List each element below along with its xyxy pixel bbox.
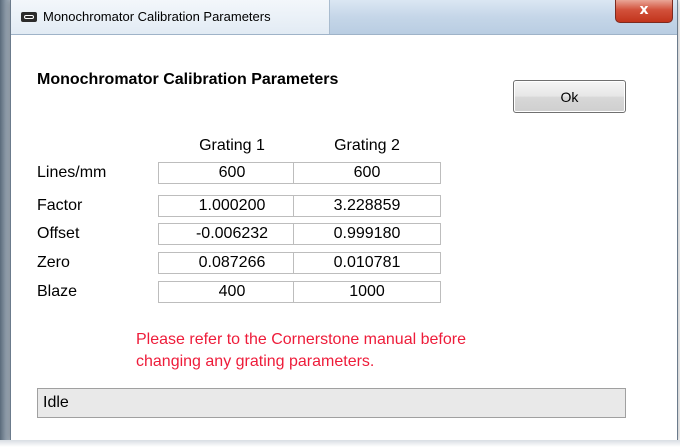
warning-message: Please refer to the Cornerstone manual b…: [136, 329, 466, 373]
row-label-lines-per-mm: Lines/mm: [37, 164, 107, 181]
grating-2-zero-field[interactable]: 0.010781: [293, 252, 441, 274]
title-bar[interactable]: Monochromator Calibration Parameters x: [11, 0, 677, 35]
grating-2-factor-field[interactable]: 3.228859: [293, 195, 441, 217]
title-tab: Monochromator Calibration Parameters: [11, 0, 330, 34]
grating-1-zero-field[interactable]: 0.087266: [158, 252, 306, 274]
grating-1-factor-field[interactable]: 1.000200: [158, 195, 306, 217]
calibration-dialog-window: Monochromator Calibration Parameters x M…: [10, 0, 678, 441]
close-icon: x: [639, 2, 649, 18]
grating-2-offset-field[interactable]: 0.999180: [293, 223, 441, 245]
calibration-app-icon: [21, 12, 37, 22]
row-label-offset: Offset: [37, 225, 80, 242]
column-header-grating-2: Grating 2: [334, 137, 400, 154]
grating-1-lines-per-mm-field[interactable]: 600: [158, 162, 306, 184]
warning-line-1: Please refer to the Cornerstone manual b…: [136, 331, 466, 348]
grating-1-blaze-field[interactable]: 400: [158, 281, 306, 303]
grating-2-blaze-field[interactable]: 1000: [293, 281, 441, 303]
window-title: Monochromator Calibration Parameters: [43, 9, 271, 24]
row-label-zero: Zero: [37, 254, 70, 271]
column-header-grating-1: Grating 1: [199, 137, 265, 154]
window-bottom-shadow: [0, 440, 680, 447]
grating-1-offset-field[interactable]: -0.006232: [158, 223, 306, 245]
row-label-blaze: Blaze: [37, 283, 78, 300]
grating-2-lines-per-mm-field[interactable]: 600: [293, 162, 441, 184]
status-bar: Idle: [37, 388, 626, 418]
close-button[interactable]: x: [615, 0, 673, 23]
warning-line-2: changing any grating parameters.: [136, 353, 375, 370]
dialog-heading: Monochromator Calibration Parameters: [37, 71, 339, 88]
row-label-factor: Factor: [37, 197, 83, 214]
ok-button[interactable]: Ok: [513, 80, 626, 113]
